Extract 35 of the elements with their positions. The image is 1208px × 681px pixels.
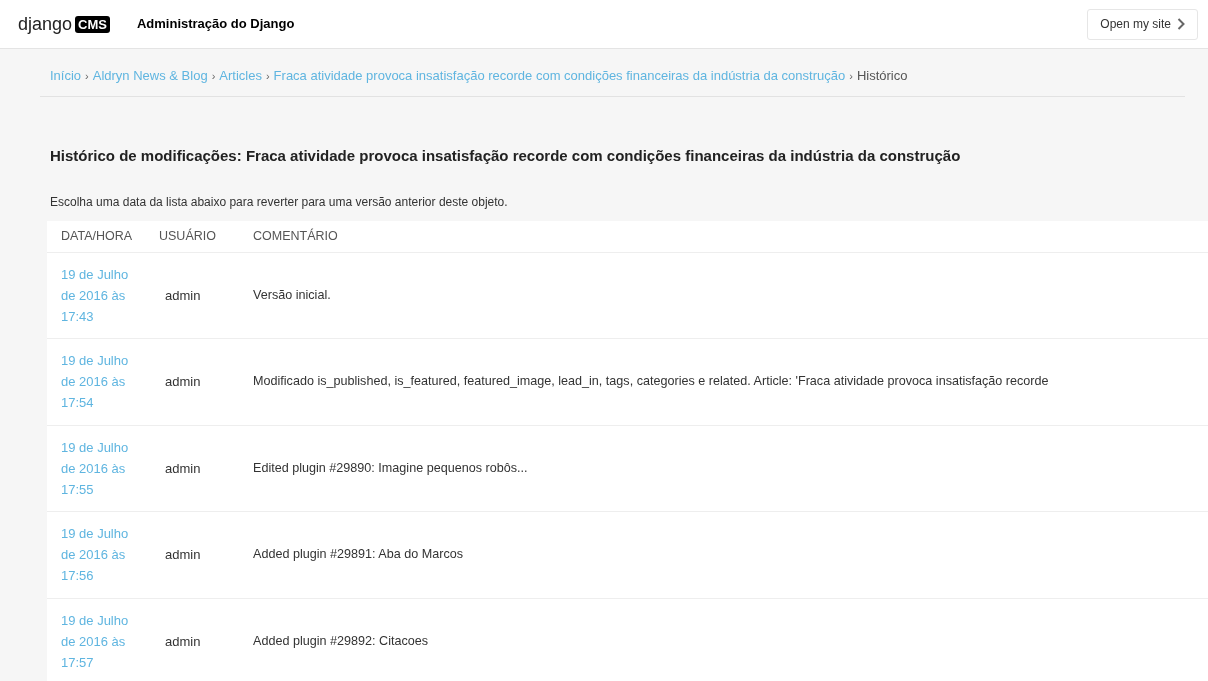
column-header: COMENTÁRIO <box>253 227 338 245</box>
logo-text: django <box>18 15 73 33</box>
breadcrumb-link[interactable]: Início <box>50 66 82 86</box>
comment-cell-text: Modificado is_published, is_featured, featured_image, lead_in, tags, categories e related. Article: 'Fraca atividade provoca insatisfação recorde <box>253 373 1049 391</box>
user-cell-text: admin <box>164 546 202 564</box>
breadcrumb-link[interactable]: Fraca atividade provoca insatisfação recorde com condições financeiras da indústria da construção <box>273 66 846 86</box>
user-cell-text: admin <box>164 459 202 478</box>
date-link[interactable]: 19 de Julho de 2016 às 17:43 <box>61 263 141 327</box>
breadcrumb-separator: › <box>849 68 853 84</box>
comment-cell-text: Added plugin #29892: Citacoes <box>253 632 429 650</box>
comment-cell-text: Edited plugin #29890: Imagine pequenos robôs... <box>253 459 528 477</box>
page-title: Histórico de modificações: Fraca atividade provoca insatisfação recorde com condições financeiras da indústria da construção <box>50 146 962 166</box>
logo-badge: CMS <box>75 15 110 33</box>
open-site-button[interactable]: Open my site <box>1087 8 1198 40</box>
breadcrumb-separator: › <box>211 68 216 84</box>
date-link[interactable]: 19 de Julho de 2016 às 17:55 <box>61 436 141 500</box>
user-cell-text: admin <box>164 373 202 391</box>
user-cell-text: admin <box>164 632 202 651</box>
user-cell-text: admin <box>164 286 202 305</box>
date-link[interactable]: 19 de Julho de 2016 às 17:57 <box>61 609 141 673</box>
chevron-right-icon <box>1177 18 1185 30</box>
breadcrumb-current: Histórico <box>856 67 908 86</box>
comment-cell-text: Added plugin #29891: Aba do Marcos <box>253 546 464 564</box>
date-link[interactable]: 19 de Julho de 2016 às 17:56 <box>61 523 141 587</box>
breadcrumb-link[interactable]: Articles <box>219 66 262 86</box>
column-header: USUÁRIO <box>158 227 217 245</box>
logo[interactable]: django CMS <box>18 15 110 33</box>
breadcrumb-link[interactable]: Aldryn News & Blog <box>92 66 208 86</box>
breadcrumb-separator: › <box>85 68 89 84</box>
date-link[interactable]: 19 de Julho de 2016 às 17:54 <box>61 350 141 414</box>
comment-cell-text: Versão inicial. <box>253 286 331 304</box>
column-header: DATA/HORA <box>60 227 134 245</box>
admin-title: Administração do Django <box>136 15 295 34</box>
description-text: Escolha uma data da lista abaixo para reverter para uma versão anterior deste objeto. <box>50 193 509 211</box>
breadcrumb-separator: › <box>265 68 270 84</box>
